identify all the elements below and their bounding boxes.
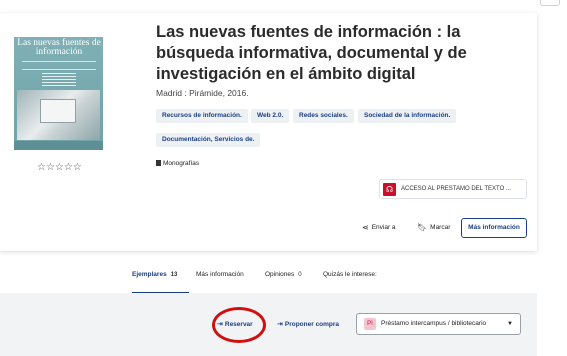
mark-button[interactable]: 🔖︎ Marcar — [417, 223, 450, 232]
sign-in-icon: ⇥ — [277, 320, 283, 328]
bookmark-icon: 🔖︎ — [417, 223, 428, 232]
book-icon — [156, 160, 161, 166]
format-label: Monografías — [156, 160, 199, 167]
subject-tag[interactable]: Web 2.0. — [251, 109, 290, 123]
pdf-icon: ☊ — [383, 183, 396, 196]
subject-tag[interactable]: Recursos de información. — [156, 109, 248, 123]
top-corner-control[interactable] — [540, 0, 560, 6]
publication-info: Madrid : Pirámide, 2016. — [156, 88, 249, 98]
send-to-button[interactable]: ⋖ Enviar a — [362, 223, 396, 232]
rating-stars[interactable]: ☆☆☆☆☆ — [37, 162, 82, 173]
tab-quizas-le-interese[interactable]: Quizás le interese: — [323, 266, 377, 294]
tab-count: 0 — [298, 272, 302, 278]
caret-down-icon: ▼ — [507, 321, 513, 327]
tab-mas-informacion[interactable]: Más información — [196, 266, 244, 294]
record-card: Las nuevas fuentes de información ☆☆☆☆☆ … — [0, 13, 537, 251]
loan-badge: PI — [364, 318, 376, 330]
tab-count: 13 — [170, 272, 178, 278]
tab-ejemplares[interactable]: Ejemplares 13 — [132, 266, 189, 294]
record-title[interactable]: Las nuevas fuentes de información : la b… — [156, 22, 516, 85]
more-info-button[interactable]: Más información — [461, 218, 527, 238]
subject-tag[interactable]: Documentación, Servicios de. — [156, 133, 261, 147]
access-loan-button[interactable]: ☊ ACCESO AL PRESTAMO DEL TEXTO ... — [379, 179, 527, 199]
share-icon: ⋖ — [362, 223, 369, 232]
loan-type-select[interactable]: PI Préstamo intercampus / bibliotecario … — [356, 313, 521, 335]
subject-tag[interactable]: Sociedad de la información. — [358, 109, 457, 123]
subject-tag[interactable]: Redes sociales. — [293, 109, 354, 123]
propose-purchase-button[interactable]: ⇥ Proponer compra — [277, 320, 339, 328]
book-cover[interactable]: Las nuevas fuentes de información — [14, 37, 103, 150]
highlight-circle — [212, 307, 266, 343]
cover-title: Las nuevas fuentes de información — [17, 38, 101, 57]
tab-opiniones[interactable]: Opiniones 0 — [265, 266, 302, 294]
